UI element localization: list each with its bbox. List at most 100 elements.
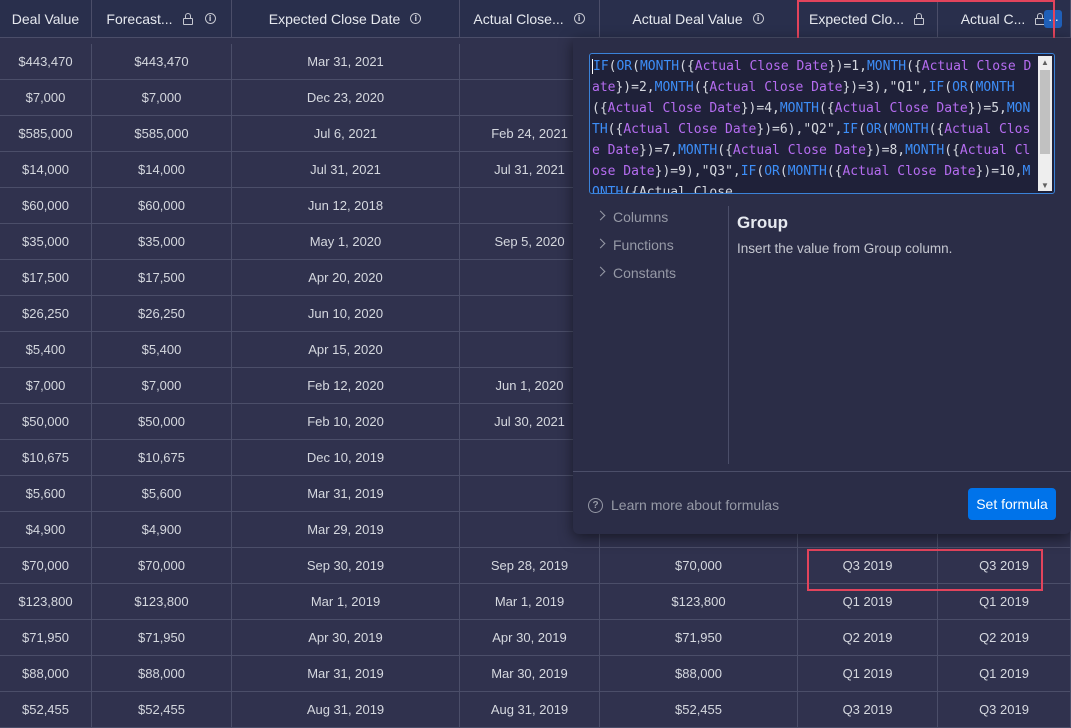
table-cell[interactable]: $88,000 — [0, 656, 92, 692]
formula-input[interactable]: IF(OR(MONTH({Actual Close Date})=1,MONTH… — [589, 53, 1055, 194]
table-cell[interactable]: $26,250 — [92, 296, 232, 332]
table-cell[interactable]: $60,000 — [0, 188, 92, 224]
info-icon[interactable]: i — [204, 12, 217, 25]
table-cell[interactable]: $14,000 — [0, 152, 92, 188]
table-cell[interactable]: $4,900 — [92, 512, 232, 548]
table-cell[interactable]: $443,470 — [0, 44, 92, 80]
table-cell[interactable]: Aug 31, 2019 — [232, 692, 460, 728]
table-cell[interactable]: Mar 31, 2019 — [232, 656, 460, 692]
table-cell[interactable]: $52,455 — [600, 692, 798, 728]
column-menu-button[interactable]: ··· — [1044, 10, 1062, 28]
table-cell[interactable]: $52,455 — [92, 692, 232, 728]
table-cell[interactable]: Q1 2019 — [798, 584, 938, 620]
table-cell[interactable]: $7,000 — [92, 80, 232, 116]
table-cell[interactable]: $7,000 — [92, 368, 232, 404]
table-cell[interactable]: Q3 2019 — [938, 692, 1071, 728]
table-cell[interactable]: $70,000 — [0, 548, 92, 584]
table-cell[interactable]: Feb 12, 2020 — [232, 368, 460, 404]
table-cell[interactable]: $123,800 — [92, 584, 232, 620]
table-cell[interactable]: Aug 31, 2019 — [460, 692, 600, 728]
table-cell[interactable]: Jun 12, 2018 — [232, 188, 460, 224]
formula-scrollbar[interactable]: ▲ ▼ — [1038, 56, 1052, 191]
table-cell[interactable]: Q2 2019 — [798, 620, 938, 656]
table-cell[interactable]: $71,950 — [600, 620, 798, 656]
table-cell[interactable]: Apr 15, 2020 — [232, 332, 460, 368]
set-formula-button[interactable]: Set formula — [968, 488, 1056, 520]
table-cell[interactable]: $7,000 — [0, 80, 92, 116]
table-cell[interactable]: Q1 2019 — [798, 656, 938, 692]
nav-item-columns[interactable]: Columns — [573, 203, 728, 231]
table-cell[interactable]: $585,000 — [0, 116, 92, 152]
table-cell[interactable]: $35,000 — [0, 224, 92, 260]
table-cell[interactable]: $70,000 — [600, 548, 798, 584]
table-cell[interactable]: Mar 31, 2021 — [232, 44, 460, 80]
table-cell[interactable]: Q3 2019 — [938, 548, 1071, 584]
table-cell[interactable]: Dec 23, 2020 — [232, 80, 460, 116]
table-cell[interactable]: $7,000 — [0, 368, 92, 404]
column-header[interactable]: Expected Clo... — [798, 0, 938, 38]
table-cell[interactable]: Jul 31, 2021 — [232, 152, 460, 188]
table-cell[interactable]: Q3 2019 — [798, 548, 938, 584]
table-cell[interactable]: $52,455 — [0, 692, 92, 728]
table-cell[interactable]: Mar 30, 2019 — [460, 656, 600, 692]
table-cell[interactable]: Apr 30, 2019 — [460, 620, 600, 656]
table-cell[interactable]: Mar 1, 2019 — [460, 584, 600, 620]
scroll-up-icon[interactable]: ▲ — [1038, 56, 1052, 68]
table-cell[interactable]: $50,000 — [92, 404, 232, 440]
column-header[interactable]: Expected Close Date i — [232, 0, 460, 38]
table-cell[interactable]: $60,000 — [92, 188, 232, 224]
table-cell[interactable]: $71,950 — [92, 620, 232, 656]
table-cell[interactable]: Sep 28, 2019 — [460, 548, 600, 584]
table-cell[interactable]: Apr 20, 2020 — [232, 260, 460, 296]
table-cell[interactable]: $443,470 — [92, 44, 232, 80]
table-cell[interactable]: $5,600 — [0, 476, 92, 512]
table-cell[interactable]: Sep 30, 2019 — [232, 548, 460, 584]
formula-code[interactable]: IF(OR(MONTH({Actual Close Date})=1,MONTH… — [592, 56, 1037, 193]
column-header[interactable]: Actual Close... i — [460, 0, 600, 38]
table-cell[interactable]: $35,000 — [92, 224, 232, 260]
nav-item-constants[interactable]: Constants — [573, 259, 728, 287]
nav-item-functions[interactable]: Functions — [573, 231, 728, 259]
table-cell[interactable]: May 1, 2020 — [232, 224, 460, 260]
table-cell[interactable]: $5,600 — [92, 476, 232, 512]
column-header[interactable]: Deal Value — [0, 0, 92, 38]
table-cell[interactable]: $14,000 — [92, 152, 232, 188]
table-cell[interactable]: Jun 10, 2020 — [232, 296, 460, 332]
table-cell[interactable]: Mar 29, 2019 — [232, 512, 460, 548]
table-cell[interactable]: $50,000 — [0, 404, 92, 440]
column-header[interactable]: Actual Deal Value i — [600, 0, 798, 38]
column-header[interactable]: Forecast... i — [92, 0, 232, 38]
column-header-label: Actual Close... — [473, 10, 564, 27]
info-icon[interactable]: i — [573, 12, 586, 25]
table-cell[interactable]: Jul 6, 2021 — [232, 116, 460, 152]
table-cell[interactable]: $10,675 — [0, 440, 92, 476]
table-cell[interactable]: Dec 10, 2019 — [232, 440, 460, 476]
learn-more-link[interactable]: ? Learn more about formulas — [588, 497, 779, 513]
table-cell[interactable]: $5,400 — [92, 332, 232, 368]
table-cell[interactable]: $17,500 — [0, 260, 92, 296]
table-cell[interactable]: $123,800 — [600, 584, 798, 620]
table-cell[interactable]: $4,900 — [0, 512, 92, 548]
table-cell[interactable]: $123,800 — [0, 584, 92, 620]
table-cell[interactable]: $88,000 — [600, 656, 798, 692]
table-cell[interactable]: Q1 2019 — [938, 656, 1071, 692]
table-cell[interactable]: Apr 30, 2019 — [232, 620, 460, 656]
table-cell[interactable]: Mar 31, 2019 — [232, 476, 460, 512]
scroll-down-icon[interactable]: ▼ — [1038, 179, 1052, 191]
table-cell[interactable]: $70,000 — [92, 548, 232, 584]
table-cell[interactable]: Q1 2019 — [938, 584, 1071, 620]
table-cell[interactable]: $26,250 — [0, 296, 92, 332]
info-icon[interactable]: i — [752, 12, 765, 25]
table-cell[interactable]: Q2 2019 — [938, 620, 1071, 656]
table-cell[interactable]: Mar 1, 2019 — [232, 584, 460, 620]
table-cell[interactable]: $10,675 — [92, 440, 232, 476]
table-cell[interactable]: Q3 2019 — [798, 692, 938, 728]
table-cell[interactable]: $17,500 — [92, 260, 232, 296]
table-cell[interactable]: $585,000 — [92, 116, 232, 152]
table-cell[interactable]: Feb 10, 2020 — [232, 404, 460, 440]
table-cell[interactable]: $5,400 — [0, 332, 92, 368]
info-icon[interactable]: i — [410, 12, 422, 25]
table-cell[interactable]: $71,950 — [0, 620, 92, 656]
scroll-thumb[interactable] — [1040, 70, 1050, 154]
table-cell[interactable]: $88,000 — [92, 656, 232, 692]
